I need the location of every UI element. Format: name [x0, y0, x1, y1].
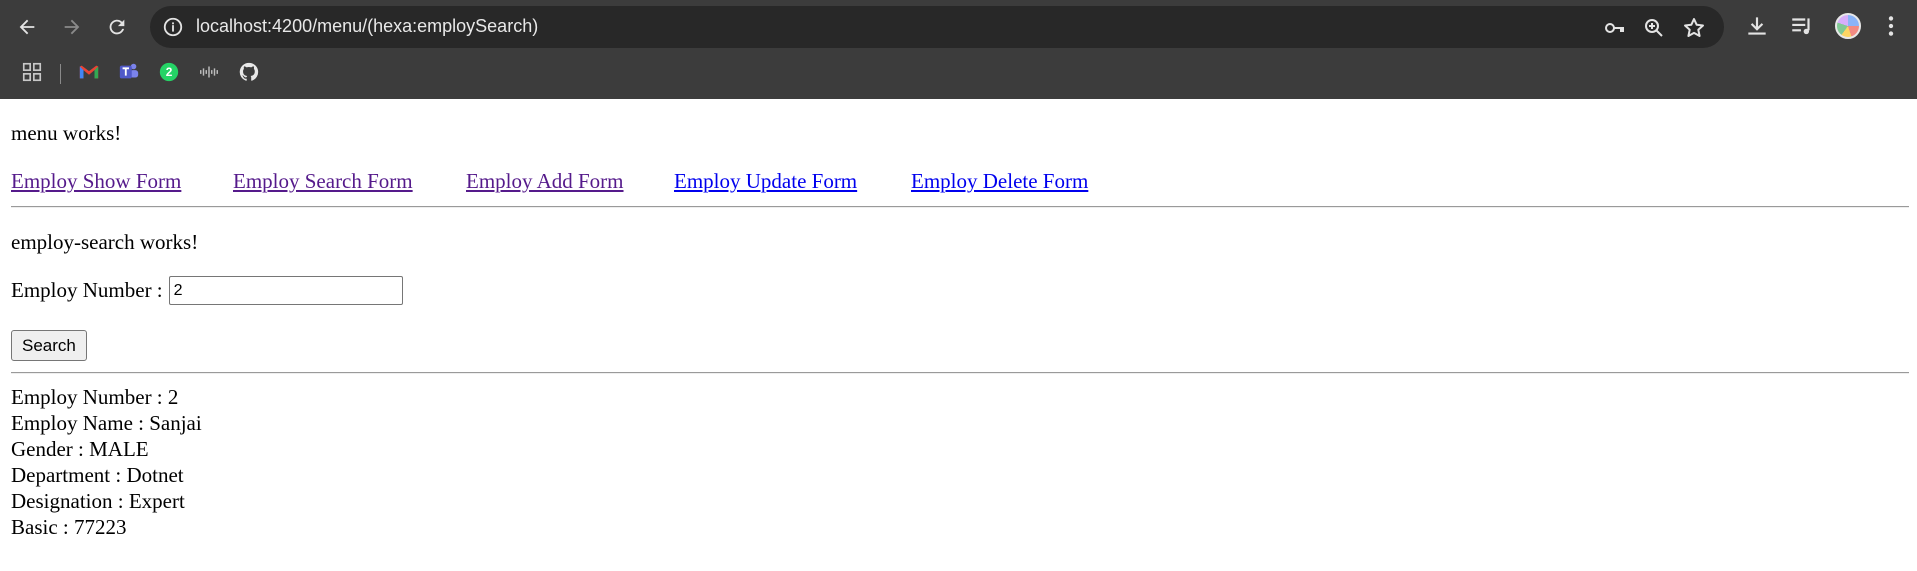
- arrow-left-icon: [19, 19, 35, 35]
- star-icon[interactable]: [1682, 16, 1706, 40]
- forward-button[interactable]: [55, 10, 89, 44]
- employ-name-result: Employ Name : Sanjai: [11, 411, 202, 435]
- designation-result: Designation : Expert: [11, 489, 185, 513]
- apps-grid-icon[interactable]: [19, 59, 45, 85]
- teams-icon[interactable]: [116, 59, 142, 85]
- employ-number-input[interactable]: [168, 276, 403, 305]
- reload-icon: [109, 19, 125, 35]
- whatsapp-badge: 2: [166, 65, 173, 79]
- back-button[interactable]: [10, 10, 44, 44]
- link-employ-add-form[interactable]: Employ Add Form: [466, 169, 624, 194]
- link-employ-delete-form[interactable]: Employ Delete Form: [911, 169, 1088, 194]
- key-icon[interactable]: [1602, 16, 1626, 40]
- gmail-icon[interactable]: [76, 59, 102, 85]
- divider: [11, 372, 1909, 374]
- bookmarks-bar: 2: [0, 56, 1917, 90]
- url-text[interactable]: localhost:4200/menu/(hexa:employSearch): [196, 16, 538, 37]
- menu-title: menu works!: [11, 121, 122, 145]
- media-queue-icon[interactable]: [1789, 13, 1815, 39]
- site-info-icon[interactable]: [162, 16, 184, 38]
- arrow-right-icon: [64, 19, 80, 35]
- link-employ-search-form[interactable]: Employ Search Form: [233, 169, 413, 194]
- employ-number-label: Employ Number :: [11, 277, 163, 302]
- basic-result: Basic : 77223: [11, 515, 127, 539]
- reload-button[interactable]: [100, 10, 134, 44]
- profile-avatar[interactable]: [1835, 13, 1861, 39]
- github-icon[interactable]: [236, 59, 262, 85]
- divider: [11, 206, 1909, 208]
- department-result: Department : Dotnet: [11, 463, 184, 487]
- bookmark-separator: [60, 64, 61, 84]
- employ-number-result: Employ Number : 2: [11, 385, 179, 409]
- address-bar[interactable]: localhost:4200/menu/(hexa:employSearch): [150, 6, 1724, 48]
- gender-result: Gender : MALE: [11, 437, 149, 461]
- employ-number-row: Employ Number :: [11, 276, 403, 305]
- download-icon[interactable]: [1744, 13, 1770, 39]
- browser-chrome: localhost:4200/menu/(hexa:employSearch): [0, 0, 1917, 99]
- search-title: employ-search works!: [11, 230, 199, 254]
- zoom-icon[interactable]: [1642, 16, 1666, 40]
- link-employ-show-form[interactable]: Employ Show Form: [11, 169, 181, 194]
- cisco-icon[interactable]: [196, 59, 222, 85]
- employ-details: Employ Number : 2 Employ Name : Sanjai G…: [11, 385, 202, 541]
- link-employ-update-form[interactable]: Employ Update Form: [674, 169, 857, 194]
- search-button[interactable]: Search: [11, 330, 87, 361]
- more-menu-icon[interactable]: [1878, 13, 1904, 39]
- whatsapp-icon[interactable]: 2: [156, 59, 182, 85]
